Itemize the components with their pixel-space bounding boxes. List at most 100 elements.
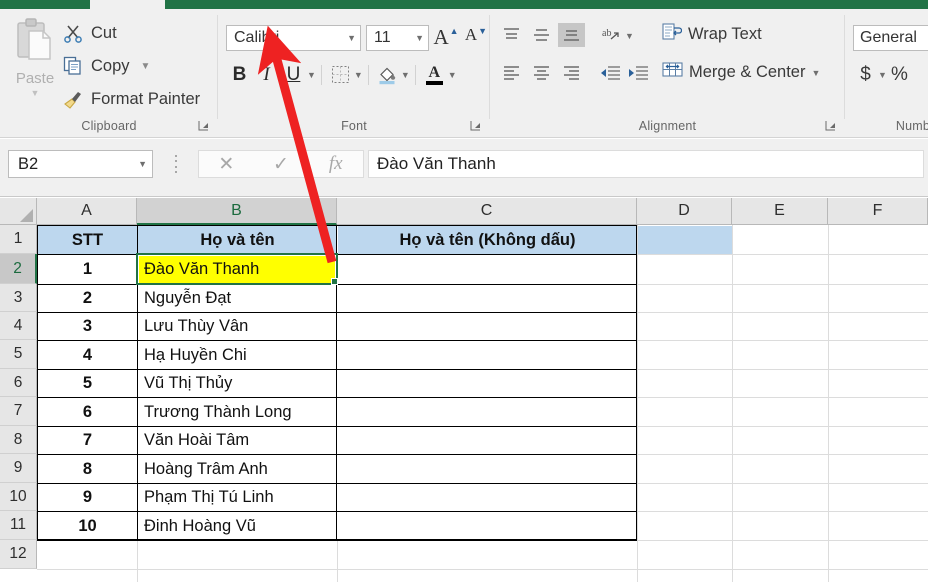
- fill-handle[interactable]: [331, 278, 338, 285]
- confirm-entry-button[interactable]: ✓: [254, 153, 309, 176]
- row-header-3[interactable]: 3: [0, 284, 37, 312]
- fill-color-caret-icon[interactable]: ▼: [401, 70, 410, 80]
- font-name-box[interactable]: Calibri ▼: [226, 25, 361, 51]
- cell-A2[interactable]: 1: [38, 255, 137, 284]
- wrap-text-button[interactable]: Wrap Text: [662, 23, 762, 46]
- cell-A4[interactable]: 3: [38, 313, 137, 340]
- row-header-9[interactable]: 9: [0, 454, 37, 483]
- cancel-entry-button[interactable]: ✕: [199, 153, 254, 176]
- alignment-dialog-launcher[interactable]: [824, 119, 837, 132]
- cell-B5[interactable]: Hạ Huyền Chi: [139, 341, 336, 369]
- cell-A3[interactable]: 2: [38, 285, 137, 312]
- underline-caret-icon[interactable]: ▼: [307, 70, 316, 80]
- cell-C4[interactable]: [338, 313, 637, 340]
- cell-C10[interactable]: [338, 484, 637, 511]
- underline-button[interactable]: U: [280, 61, 307, 88]
- number-format-box[interactable]: General: [853, 25, 928, 51]
- insert-function-button[interactable]: fx: [308, 153, 363, 175]
- percent-button[interactable]: %: [887, 61, 912, 88]
- cell-C2[interactable]: [338, 255, 637, 284]
- tab-home[interactable]: [90, 0, 165, 9]
- font-size-caret-icon[interactable]: ▼: [415, 33, 424, 43]
- cell-C5[interactable]: [338, 341, 637, 369]
- align-left-button[interactable]: [498, 61, 525, 85]
- increase-font-size-button[interactable]: A ▲: [433, 25, 459, 51]
- format-painter-button[interactable]: Format Painter: [62, 85, 200, 113]
- font-dialog-launcher[interactable]: [469, 119, 482, 132]
- copy-button[interactable]: Copy ▼: [62, 52, 150, 80]
- cell-C3[interactable]: [338, 285, 637, 312]
- column-header-D[interactable]: D: [637, 198, 732, 225]
- cell-B9[interactable]: Hoàng Trâm Anh: [139, 455, 336, 483]
- row-header-1[interactable]: 1: [0, 225, 37, 254]
- paste-dropdown-caret-icon[interactable]: ▼: [31, 88, 40, 98]
- borders-button[interactable]: [327, 61, 354, 88]
- font-size-box[interactable]: 11 ▼: [366, 25, 429, 51]
- row-header-11[interactable]: 11: [0, 511, 37, 540]
- align-top-button[interactable]: [498, 23, 525, 47]
- select-all-corner[interactable]: [0, 198, 37, 225]
- clipboard-dialog-launcher[interactable]: [197, 119, 210, 132]
- cell-B1[interactable]: Họ và tên: [138, 226, 337, 254]
- cell-C11[interactable]: [338, 512, 637, 540]
- fill-color-button[interactable]: [374, 61, 401, 88]
- cell-B6[interactable]: Vũ Thị Thủy: [139, 370, 336, 397]
- decrease-indent-button[interactable]: [596, 61, 623, 85]
- row-header-5[interactable]: 5: [0, 340, 37, 369]
- copy-dropdown-caret-icon[interactable]: ▼: [141, 61, 151, 72]
- orientation-button[interactable]: ab: [598, 23, 625, 47]
- cell-C8[interactable]: [338, 427, 637, 454]
- align-middle-button[interactable]: [528, 23, 555, 47]
- align-center-button[interactable]: [528, 61, 555, 85]
- cell-A9[interactable]: 8: [38, 455, 137, 483]
- cell-A6[interactable]: 5: [38, 370, 137, 397]
- align-right-button[interactable]: [558, 61, 585, 85]
- row-header-8[interactable]: 8: [0, 426, 37, 454]
- cell-A10[interactable]: 9: [38, 484, 137, 511]
- column-header-C[interactable]: C: [337, 198, 637, 225]
- formula-bar-grip[interactable]: [174, 155, 178, 173]
- cell-C1[interactable]: Họ và tên (Không dấu): [338, 226, 637, 254]
- cell-A7[interactable]: 6: [38, 398, 137, 426]
- name-box[interactable]: B2 ▼: [8, 150, 153, 178]
- increase-indent-button[interactable]: [624, 61, 651, 85]
- font-color-caret-icon[interactable]: ▼: [448, 70, 457, 80]
- cell-B7[interactable]: Trương Thành Long: [139, 398, 336, 426]
- row-header-6[interactable]: 6: [0, 369, 37, 397]
- cell-C9[interactable]: [338, 455, 637, 483]
- column-header-B[interactable]: B: [137, 198, 337, 225]
- column-header-F[interactable]: F: [828, 198, 928, 225]
- row-header-2[interactable]: 2: [0, 254, 37, 284]
- name-box-caret-icon[interactable]: ▼: [138, 159, 147, 169]
- cut-button[interactable]: Cut: [62, 19, 117, 47]
- align-bottom-button[interactable]: [558, 23, 585, 47]
- cell-C6[interactable]: [338, 370, 637, 397]
- cell-B11[interactable]: Đinh Hoàng Vũ: [139, 512, 336, 540]
- currency-button[interactable]: $: [853, 61, 878, 88]
- row-header-7[interactable]: 7: [0, 397, 37, 426]
- cell-D1[interactable]: [638, 226, 732, 254]
- paste-button[interactable]: Paste ▼: [8, 17, 62, 109]
- font-color-button[interactable]: A: [421, 61, 448, 88]
- borders-caret-icon[interactable]: ▼: [354, 70, 363, 80]
- cell-A5[interactable]: 4: [38, 341, 137, 369]
- row-header-4[interactable]: 4: [0, 312, 37, 340]
- row-header-12[interactable]: 12: [0, 540, 37, 569]
- decrease-font-size-button[interactable]: A ▼: [463, 25, 489, 51]
- merge-center-caret-icon[interactable]: ▼: [811, 68, 820, 78]
- italic-button[interactable]: I: [253, 61, 280, 88]
- cell-A8[interactable]: 7: [38, 427, 137, 454]
- cell-B2[interactable]: Đào Văn Thanh: [139, 256, 335, 283]
- cell-B3[interactable]: Nguyễn Đạt: [139, 285, 336, 312]
- column-header-A[interactable]: A: [37, 198, 137, 225]
- bold-button[interactable]: B: [226, 61, 253, 88]
- column-header-E[interactable]: E: [732, 198, 828, 225]
- orientation-caret-icon[interactable]: ▼: [625, 31, 634, 41]
- font-name-caret-icon[interactable]: ▼: [347, 33, 356, 43]
- formula-bar-content[interactable]: Đào Văn Thanh: [368, 150, 924, 178]
- cell-B8[interactable]: Văn Hoài Tâm: [139, 427, 336, 454]
- cell-A1[interactable]: STT: [38, 226, 137, 254]
- currency-caret-icon[interactable]: ▼: [878, 70, 887, 80]
- merge-and-center-button[interactable]: Merge & Center ▼: [662, 61, 820, 84]
- cell-B10[interactable]: Phạm Thị Tú Linh: [139, 484, 336, 511]
